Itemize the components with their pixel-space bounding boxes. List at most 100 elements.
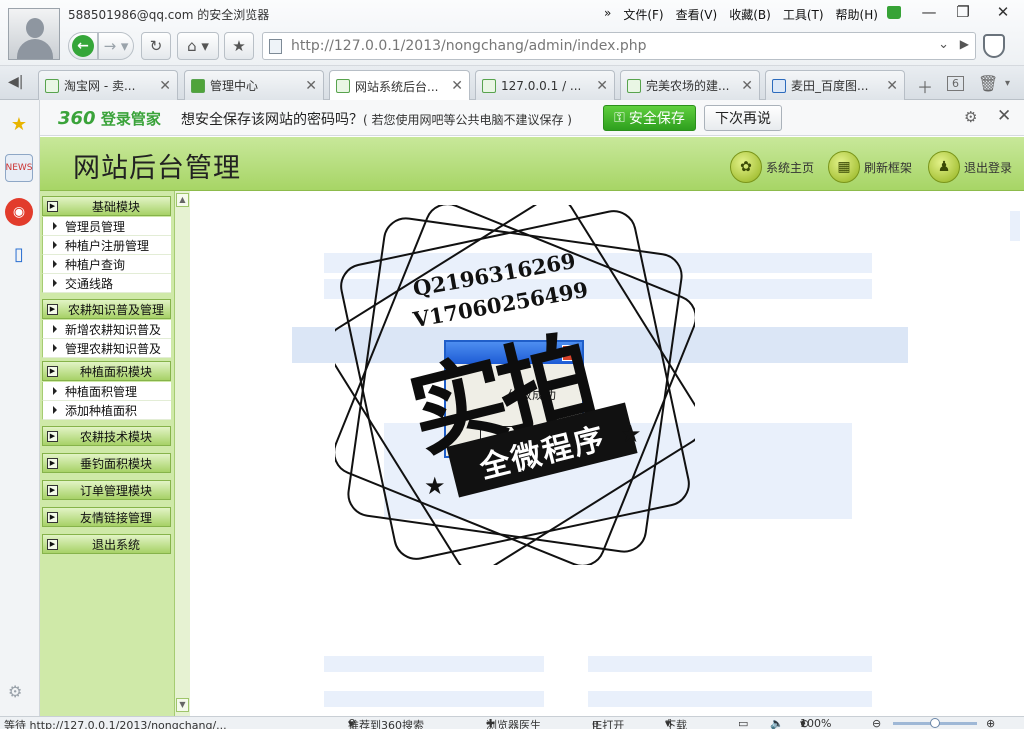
tab-label: 淘宝网 - 卖... [64, 79, 136, 93]
tab-phpmyadmin[interactable]: 127.0.0.1 / ... ✕ [475, 70, 615, 100]
arrow-right-icon [53, 241, 57, 249]
home-button[interactable]: ⌂ ▾ [177, 32, 219, 60]
scroll-down-icon[interactable]: ▼ [176, 698, 189, 712]
system-home-button[interactable]: ✿ 系统主页 [730, 151, 814, 183]
tab-count-badge[interactable]: 6 [947, 76, 964, 91]
menu-file[interactable]: 文件(F) [623, 6, 663, 23]
logout-button[interactable]: ♟ 退出登录 [928, 151, 1012, 183]
favorites-star-icon[interactable]: ★ [5, 110, 33, 138]
sidebar-settings-icon[interactable]: ⚙ [8, 682, 22, 701]
menu-view[interactable]: 查看(V) [676, 6, 718, 23]
close-bar-icon[interactable]: ✕ [997, 106, 1011, 126]
tab-taobao[interactable]: 淘宝网 - 卖... ✕ [38, 70, 178, 100]
nav-item-manage-knowledge[interactable]: 管理农耕知识普及 [42, 339, 171, 358]
menu-favorites[interactable]: 收藏(B) [729, 6, 771, 23]
nav-item-grower-register[interactable]: 种植户注册管理 [42, 236, 171, 255]
menu-help[interactable]: 帮助(H) [836, 6, 878, 23]
arrow-right-icon [53, 406, 57, 414]
address-url[interactable]: http://127.0.0.1/2013/nongchang/admin/in… [291, 38, 647, 54]
tab-admin-center[interactable]: 管理中心 ✕ [184, 70, 324, 100]
nav-section-knowledge[interactable]: ▶ 农耕知识普及管理 [42, 299, 171, 319]
skin-tshirt-icon[interactable] [887, 6, 901, 19]
nav-item-admin-manage[interactable]: 管理员管理 [42, 217, 171, 236]
maximize-button[interactable]: ❐ [946, 0, 980, 24]
page-green-icon [45, 78, 59, 93]
trash-dropdown-icon[interactable]: ▾ [1005, 78, 1010, 89]
speaker-icon[interactable]: 🔈 [770, 717, 784, 729]
arrow-right-icon [53, 260, 57, 268]
tab-close-icon[interactable]: ✕ [741, 78, 753, 94]
arrow-right-icon [53, 222, 57, 230]
nav-item-planting-area-manage[interactable]: 种植面积管理 [42, 382, 171, 401]
faded-row [324, 691, 544, 707]
secure-save-button[interactable]: ⚿ 安全保存 [603, 105, 696, 131]
nav-section-basic[interactable]: ▶ 基础模块 [42, 196, 171, 216]
nav-item-add-knowledge[interactable]: 新增农耕知识普及 [42, 320, 171, 339]
trash-icon[interactable]: 🗑 [978, 74, 998, 93]
security-shield-icon[interactable] [983, 34, 1005, 58]
minimize-button[interactable]: — [912, 0, 946, 24]
nav-section-links[interactable]: ▶ 友情链接管理 [42, 507, 171, 527]
sidebar-toggle-icon[interactable]: ◀| [8, 74, 23, 90]
menu-tools[interactable]: 工具(T) [783, 6, 824, 23]
faded-row [588, 691, 872, 707]
go-icon[interactable]: ▶ [960, 37, 969, 51]
download-button[interactable]: ⇩ 下载 ▾ [665, 717, 687, 729]
360-icon [191, 78, 205, 93]
nav-section-exit[interactable]: ▶ 退出系统 [42, 534, 171, 554]
nav-section-fishing-area[interactable]: ▶ 垂钓面积模块 [42, 453, 171, 473]
favorite-button[interactable]: ★ [224, 32, 254, 60]
arrow-right-icon [53, 387, 57, 395]
reload-button[interactable]: ↻ [141, 32, 171, 60]
later-button[interactable]: 下次再说 [704, 105, 782, 131]
news-icon[interactable]: NEWS [5, 154, 33, 182]
tab-site-backend[interactable]: 网站系统后台... ✕ [329, 70, 470, 101]
expand-box-icon: ▶ [47, 365, 58, 377]
window-icon[interactable]: ▭ [738, 717, 748, 729]
browser-sidebar: ★ NEWS ◉ ▯ ⚙ [0, 100, 40, 716]
tab-close-icon[interactable]: ✕ [886, 78, 898, 94]
mobile-icon[interactable]: ▯ [5, 240, 33, 268]
user-avatar[interactable] [8, 8, 60, 60]
scroll-up-icon[interactable]: ▲ [176, 193, 189, 207]
zoom-slider-thumb[interactable] [930, 718, 940, 728]
close-window-button[interactable]: ✕ [986, 0, 1020, 24]
tab-close-icon[interactable]: ✕ [305, 78, 317, 94]
admin-sidebar: ▶ 基础模块 管理员管理 种植户注册管理 种植户查询 交通线路 ▶ 农耕知识普及管理… [40, 191, 190, 716]
expand-box-icon: ▶ [47, 457, 58, 469]
grid-icon: ▦ [828, 151, 860, 183]
recommend-360-search[interactable]: ⚲ 推荐到360搜索 ▾ [348, 717, 424, 729]
expand-box-icon: ▶ [47, 538, 58, 550]
browser-titlebar: 588501986@qq.com 的安全浏览器 » 文件(F) 查看(V) 收藏… [0, 0, 1024, 66]
settings-gear-icon[interactable]: ⚙ [964, 108, 977, 126]
status-bar: 等待 http://127.0.0.1/2013/nongchang/... ⚲… [0, 716, 1024, 729]
refresh-frame-button[interactable]: ▦ 刷新框架 [828, 151, 912, 183]
tab-farm-build[interactable]: 完美农场的建... ✕ [620, 70, 760, 100]
tab-close-icon[interactable]: ✕ [159, 78, 171, 94]
faded-row [588, 656, 872, 672]
weibo-icon[interactable]: ◉ [5, 198, 33, 226]
nav-item-add-planting-area[interactable]: 添加种植面积 [42, 401, 171, 420]
tab-baidu-image[interactable]: 麦田_百度图... ✕ [765, 70, 905, 100]
tab-label: 管理中心 [210, 79, 259, 93]
tab-close-icon[interactable]: ✕ [451, 78, 463, 94]
back-button[interactable]: ← [68, 32, 98, 60]
nav-item-grower-query[interactable]: 种植户查询 [42, 255, 171, 274]
tab-close-icon[interactable]: ✕ [596, 78, 608, 94]
sidebar-scrollbar[interactable]: ▲ ▼ [174, 191, 190, 716]
nav-section-orders[interactable]: ▶ 订单管理模块 [42, 480, 171, 500]
nav-section-farming-tech[interactable]: ▶ 农耕技术模块 [42, 426, 171, 446]
address-dropdown-icon[interactable]: ⌄ [938, 37, 949, 52]
zoom-out-icon[interactable]: ⊖ [872, 717, 881, 729]
zoom-in-icon[interactable]: ⊕ [986, 717, 995, 729]
forward-button[interactable]: → ▾ [98, 32, 134, 60]
zoom-readout[interactable]: ⊙ 100% ▾ [800, 717, 831, 729]
menu-more[interactable]: » [604, 6, 611, 23]
expand-box-icon: ▶ [47, 511, 58, 523]
nav-item-traffic-route[interactable]: 交通线路 [42, 274, 171, 293]
new-tab-icon[interactable]: ＋ [917, 74, 933, 98]
arrow-right-icon [53, 279, 57, 287]
page-icon [269, 39, 282, 54]
nav-section-planting-area[interactable]: ▶ 种植面积模块 [42, 361, 171, 381]
address-bar[interactable]: http://127.0.0.1/2013/nongchang/admin/in… [262, 32, 976, 60]
